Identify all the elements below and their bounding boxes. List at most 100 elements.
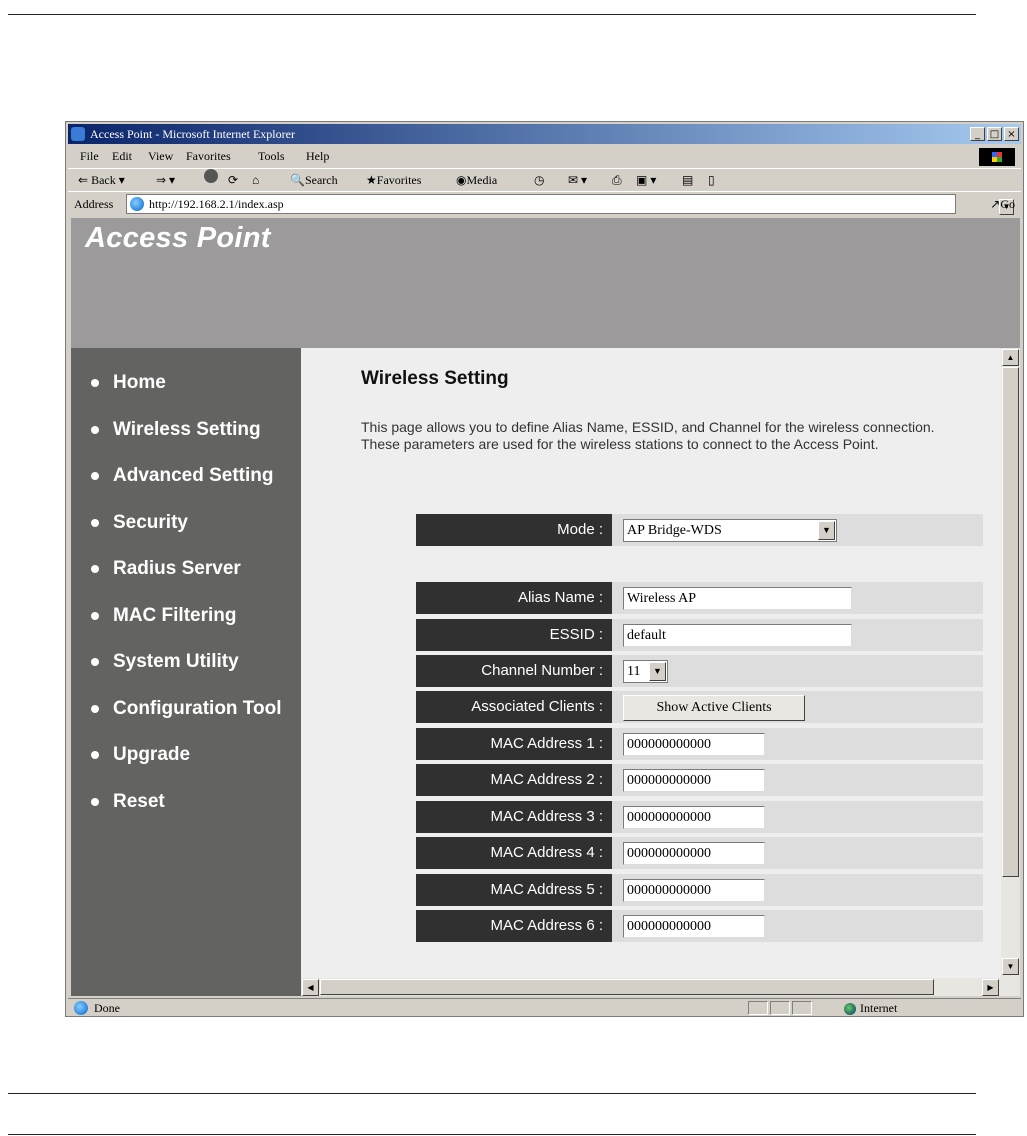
main-content: Wireless Setting This page allows you to…: [301, 348, 1001, 978]
address-bar: Address http://192.168.2.1/index.asp ▼ ↗…: [68, 191, 1021, 216]
clients-label: Associated Clients :: [416, 691, 612, 723]
menu-help[interactable]: Help: [306, 146, 329, 166]
edit-icon[interactable]: ▣ ▾: [636, 169, 656, 191]
bullet-icon: [91, 658, 99, 666]
minimize-button[interactable]: _: [970, 127, 985, 141]
refresh-icon[interactable]: ⟳: [228, 169, 238, 191]
windows-flag-icon: [992, 152, 1002, 162]
bullet-icon: [91, 751, 99, 759]
address-url: http://192.168.2.1/index.asp: [149, 197, 284, 211]
page-status-icon: [74, 1001, 88, 1015]
nav-system-utility[interactable]: System Utility: [71, 647, 301, 677]
forward-button[interactable]: ⇒ ▾: [156, 169, 175, 191]
search-label: Search: [304, 173, 338, 187]
mac-row-6: MAC Address 6 : 000000000000: [416, 910, 983, 942]
status-text: Done: [94, 1001, 120, 1015]
scroll-up-icon[interactable]: ▲: [1002, 349, 1019, 366]
mac-row-3: MAC Address 3 : 000000000000: [416, 801, 983, 833]
globe-icon: [844, 1003, 856, 1016]
discuss-icon[interactable]: ▤: [682, 169, 693, 191]
nav-configuration-tool[interactable]: Configuration Tool: [71, 694, 301, 724]
mac-label-1: MAC Address 1 :: [416, 728, 612, 760]
bullet-icon: [91, 472, 99, 480]
menu-edit[interactable]: Edit: [112, 146, 132, 166]
browser-window: Access Point - Microsoft Internet Explor…: [65, 121, 1024, 1017]
mac-address-5-input[interactable]: 000000000000: [623, 879, 765, 902]
nav-label: System Utility: [113, 651, 239, 672]
home-icon[interactable]: ⌂: [252, 169, 259, 191]
vertical-scrollbar[interactable]: ▲ ▼: [1001, 348, 1020, 978]
sidebar: Home Wireless Setting Advanced Setting S…: [71, 348, 301, 996]
title-bar[interactable]: Access Point - Microsoft Internet Explor…: [68, 124, 1021, 144]
scroll-down-icon[interactable]: ▼: [1002, 958, 1019, 975]
bullet-icon: [91, 379, 99, 387]
nav-label: Reset: [113, 791, 165, 812]
nav-wireless-setting[interactable]: Wireless Setting: [71, 415, 301, 445]
mac-row-5: MAC Address 5 : 000000000000: [416, 874, 983, 906]
clients-row: Associated Clients : Show Active Clients: [416, 691, 983, 723]
go-label: Go: [1000, 197, 1015, 211]
mac-label-5: MAC Address 5 :: [416, 874, 612, 906]
menu-view[interactable]: View: [148, 146, 173, 166]
bullet-icon: [91, 565, 99, 573]
mode-select[interactable]: AP Bridge-WDS ▼: [623, 519, 837, 542]
go-button[interactable]: ↗Go: [990, 192, 1015, 216]
page-viewport: Access Point Home Wireless Setting Advan…: [71, 218, 1020, 996]
bullet-icon: [91, 705, 99, 713]
stop-glyph-icon: [204, 169, 218, 183]
history-icon[interactable]: ◷: [534, 169, 544, 191]
toolbar: ⇐ Back ▾ ⇒ ▾ ⟳ ⌂ 🔍Search ★Favorites ◉Med…: [68, 168, 1021, 191]
show-active-clients-button[interactable]: Show Active Clients: [623, 695, 805, 721]
zone-text: Internet: [860, 1001, 898, 1015]
menu-tools[interactable]: Tools: [258, 146, 285, 166]
mail-icon[interactable]: ✉ ▾: [568, 169, 587, 191]
page-title: Wireless Setting: [361, 368, 509, 389]
nav-label: MAC Filtering: [113, 605, 237, 626]
nav-advanced-setting[interactable]: Advanced Setting: [71, 461, 301, 491]
nav-radius-server[interactable]: Radius Server: [71, 554, 301, 584]
menu-file[interactable]: File: [80, 146, 99, 166]
vertical-scroll-thumb[interactable]: [1002, 367, 1019, 877]
horizontal-scrollbar[interactable]: ◀ ▶: [301, 978, 1020, 996]
back-button[interactable]: ⇐ Back ▾: [78, 169, 125, 191]
print-icon[interactable]: ⎙: [612, 169, 622, 191]
maximize-button[interactable]: □: [987, 127, 1002, 141]
nav-reset[interactable]: Reset: [71, 787, 301, 817]
search-button[interactable]: 🔍Search: [290, 169, 338, 191]
mac-address-6-input[interactable]: 000000000000: [623, 915, 765, 938]
address-input[interactable]: http://192.168.2.1/index.asp ▼: [126, 194, 1014, 215]
nav-upgrade[interactable]: Upgrade: [71, 740, 301, 770]
horizontal-scroll-thumb[interactable]: [320, 979, 934, 995]
nav-label: Wireless Setting: [113, 419, 261, 440]
nav-security[interactable]: Security: [71, 508, 301, 538]
media-button[interactable]: ◉Media: [456, 169, 497, 191]
mac-address-2-input[interactable]: 000000000000: [623, 769, 765, 792]
scroll-right-icon[interactable]: ▶: [982, 979, 999, 996]
nav-mac-filtering[interactable]: MAC Filtering: [71, 601, 301, 631]
brand-title: Access Point: [85, 222, 271, 254]
media-label: Media: [466, 173, 498, 187]
essid-input[interactable]: default: [623, 624, 852, 647]
nav-home[interactable]: Home: [71, 368, 301, 398]
bullet-icon: [91, 798, 99, 806]
alias-name-input[interactable]: Wireless AP: [623, 587, 852, 610]
favorites-button[interactable]: ★Favorites: [366, 169, 421, 191]
essid-label: ESSID :: [416, 619, 612, 651]
mac-row-4: MAC Address 4 : 000000000000: [416, 837, 983, 869]
ie-page-icon: [130, 197, 144, 211]
mac-address-4-input[interactable]: 000000000000: [623, 842, 765, 865]
nav-label: Advanced Setting: [113, 465, 274, 486]
windows-logo: [979, 148, 1015, 166]
mac-address-3-input[interactable]: 000000000000: [623, 806, 765, 829]
bullet-icon: [91, 612, 99, 620]
security-zone: Internet: [844, 999, 897, 1017]
mac-label-4: MAC Address 4 :: [416, 837, 612, 869]
mac-address-1-input[interactable]: 000000000000: [623, 733, 765, 756]
menu-favorites[interactable]: Favorites: [186, 146, 231, 166]
status-bar: Done Internet: [68, 998, 1021, 1017]
mode-value: AP Bridge-WDS: [627, 523, 722, 538]
scroll-left-icon[interactable]: ◀: [302, 979, 319, 996]
messenger-icon[interactable]: ▯: [708, 169, 715, 191]
channel-select[interactable]: 11 ▼: [623, 660, 668, 683]
close-button[interactable]: ×: [1004, 127, 1019, 141]
